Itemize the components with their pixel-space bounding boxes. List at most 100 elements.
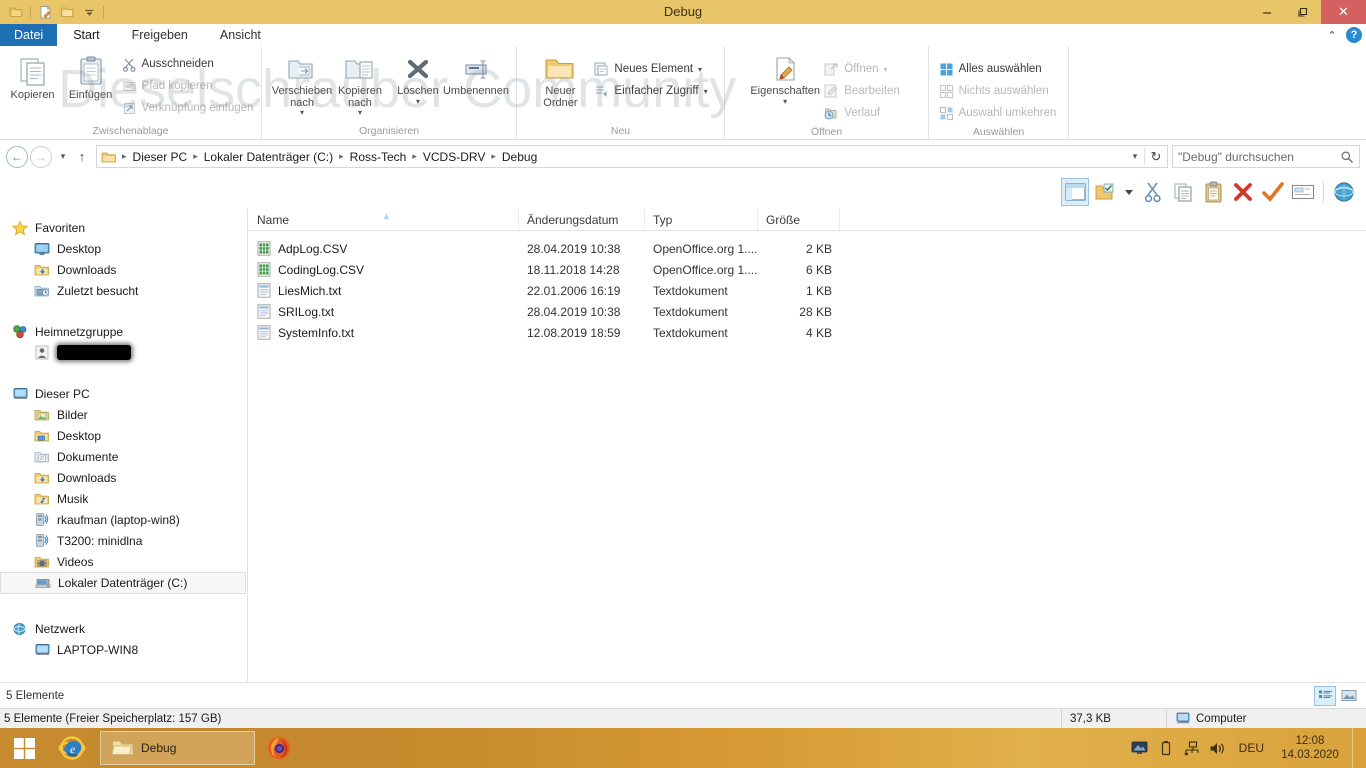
sidebar-item-t3200-minidlna[interactable]: T3200: minidlna [0, 530, 247, 551]
search-box[interactable]: "Debug" durchsuchen [1172, 145, 1360, 168]
sidebar-item-favoriten[interactable]: Favoriten [0, 217, 247, 238]
tray-display-icon[interactable] [1131, 741, 1149, 755]
sidebar-item-desktop-fav[interactable]: Desktop [0, 238, 247, 259]
recent-locations-button[interactable]: ▾ [54, 151, 72, 162]
caret-down-icon-loeschen[interactable]: ▾ [416, 97, 420, 106]
tray-battery-icon[interactable] [1157, 740, 1175, 756]
file-list-pane[interactable]: Name Änderungsdatum Typ Größe ▲ AdpLog.C… [249, 209, 1366, 682]
tray-network-icon[interactable] [1183, 740, 1201, 756]
search-input[interactable]: "Debug" durchsuchen [1178, 150, 1340, 164]
breadcrumb-item-ross-tech[interactable]: Ross-Tech [347, 150, 410, 164]
tab-ansicht[interactable]: Ansicht [204, 24, 277, 46]
confirm-button[interactable] [1259, 178, 1287, 206]
sidebar-item-videos[interactable]: Videos [0, 551, 247, 572]
sidebar-item-desktop-pc[interactable]: Desktop [0, 425, 247, 446]
breadcrumb-separator-4[interactable]: ▸ [488, 151, 499, 162]
caret-down-icon-verschieben[interactable]: ▾ [300, 108, 304, 117]
ribbon-button-kopieren[interactable]: Kopieren [4, 50, 62, 102]
taskbar-clock[interactable]: 12:08 14.03.2020 [1276, 734, 1344, 762]
browser-button[interactable] [1330, 178, 1358, 206]
sidebar-item-zuletzt-besucht[interactable]: Zuletzt besucht [0, 280, 247, 301]
minimize-button[interactable] [1249, 0, 1285, 24]
show-desktop-button[interactable] [1352, 728, 1360, 768]
sidebar-item-rkaufman[interactable]: rkaufman (laptop-win8) [0, 509, 247, 530]
copy-button[interactable] [1169, 178, 1197, 206]
up-button[interactable]: ↑ [72, 149, 92, 164]
sidebar-item-laptop-win8[interactable]: LAPTOP-WIN8 [0, 639, 247, 660]
breadcrumb-item-lokaler-datentraeger[interactable]: Lokaler Datenträger (C:) [201, 150, 336, 164]
sidebar-item-bilder[interactable]: Bilder [0, 404, 247, 425]
breadcrumb-item-vcds-drv[interactable]: VCDS-DRV [420, 150, 488, 164]
sidebar-item-musik[interactable]: Musik [0, 488, 247, 509]
navigation-pane[interactable]: Favoriten Desktop Downloads Zuletzt besu… [0, 209, 248, 682]
cut-button[interactable] [1139, 178, 1167, 206]
forward-button[interactable]: → [30, 145, 52, 168]
restore-button[interactable] [1285, 0, 1321, 24]
close-button[interactable]: ✕ [1321, 0, 1366, 24]
ribbon-button-kopieren-nach[interactable]: Kopieren nach ▾ [331, 50, 389, 117]
ribbon-button-umbenennen[interactable]: Umbenennen [443, 50, 509, 98]
window-titlebar[interactable]: Debug ✕ [0, 0, 1366, 24]
breadcrumb-separator-1[interactable]: ▸ [190, 151, 201, 162]
ribbon-button-bearbeiten[interactable]: Bearbeiten [821, 80, 904, 102]
details-view-button[interactable] [1314, 685, 1336, 706]
table-row[interactable]: SystemInfo.txt 12.08.2019 18:59 Textdoku… [249, 322, 1366, 343]
sidebar-item-homegroup-user[interactable] [0, 342, 247, 363]
delete-button[interactable] [1229, 178, 1257, 206]
refresh-button[interactable]: ↻ [1145, 149, 1167, 165]
breadcrumb-separator-3[interactable]: ▸ [409, 151, 420, 162]
table-row[interactable]: AdpLog.CSV 28.04.2019 10:38 OpenOffice.o… [249, 238, 1366, 259]
sidebar-item-dokumente[interactable]: Dokumente [0, 446, 247, 467]
ribbon-button-einfuegen[interactable]: Einfügen [62, 50, 120, 102]
help-icon[interactable]: ? [1346, 27, 1362, 43]
tab-start[interactable]: Start [57, 24, 116, 46]
large-icons-view-button[interactable] [1338, 686, 1360, 706]
breadcrumb-item-dieser-pc[interactable]: Dieser PC [130, 150, 191, 164]
ribbon-button-alles-auswaehlen[interactable]: Alles auswählen [937, 58, 1061, 80]
ribbon-button-verlauf[interactable]: Verlauf [821, 102, 904, 124]
column-label-type[interactable]: Typ [653, 213, 672, 227]
tray-volume-icon[interactable] [1209, 741, 1227, 756]
column-label-size[interactable]: Größe [766, 213, 800, 227]
tab-datei[interactable]: Datei [0, 24, 58, 46]
paste-button[interactable] [1199, 178, 1227, 206]
ribbon-button-oeffnen[interactable]: Öffnen ▾ [821, 58, 904, 80]
table-row[interactable]: SRILog.txt 28.04.2019 10:38 Textdokument… [249, 301, 1366, 322]
caret-down-icon-neues-element[interactable]: ▾ [698, 65, 702, 74]
sidebar-item-dieser-pc[interactable]: Dieser PC [0, 383, 247, 404]
breadcrumb-item-debug[interactable]: Debug [499, 150, 540, 164]
sidebar-item-heimnetzgruppe[interactable]: Heimnetzgruppe [0, 321, 247, 342]
ribbon-button-neuer-ordner[interactable]: Neuer Ordner [529, 50, 591, 109]
ribbon-button-eigenschaften[interactable]: Eigenschaften ▾ [749, 50, 821, 106]
ribbon-button-einfacher-zugriff[interactable]: Einfacher Zugriff ▾ [591, 80, 711, 102]
ribbon-button-neues-element[interactable]: Neues Element ▾ [591, 58, 711, 80]
ribbon-button-ausschneiden[interactable]: Ausschneiden [120, 53, 258, 75]
ribbon-button-verknuepfung-einfuegen[interactable]: Verknüpfung einfügen [120, 97, 258, 119]
back-button[interactable]: ← [6, 145, 28, 168]
ribbon-button-auswahl-umkehren[interactable]: Auswahl umkehren [937, 102, 1061, 124]
ribbon-button-pfad-kopieren[interactable]: Pfad kopieren [120, 75, 258, 97]
tab-freigeben[interactable]: Freigeben [116, 24, 204, 46]
breadcrumb-separator-0[interactable]: ▸ [119, 151, 130, 162]
column-label-date[interactable]: Änderungsdatum [527, 213, 618, 227]
column-label-name[interactable]: Name [257, 213, 289, 227]
sidebar-item-netzwerk[interactable]: Netzwerk [0, 618, 247, 639]
collapse-ribbon-icon[interactable]: ⌃ [1324, 29, 1340, 42]
breadcrumb-separator-2[interactable]: ▸ [336, 151, 347, 162]
ribbon-button-nichts-auswaehlen[interactable]: Nichts auswählen [937, 80, 1061, 102]
caret-down-icon-oeffnen[interactable]: ▾ [884, 65, 888, 74]
start-button[interactable] [0, 728, 48, 768]
folder-options-dropdown[interactable] [1121, 178, 1137, 206]
sidebar-item-lokaler-datentraeger[interactable]: Lokaler Datenträger (C:) [0, 572, 246, 594]
tray-language-indicator[interactable]: DEU [1235, 741, 1268, 755]
taskbar-internet-explorer[interactable]: e [48, 728, 96, 768]
taskbar-explorer-debug[interactable]: Debug [100, 731, 255, 765]
breadcrumb-bar[interactable]: ▸ Dieser PC ▸ Lokaler Datenträger (C:) ▸… [96, 145, 1168, 168]
caret-down-icon-einfacher-zugriff[interactable]: ▾ [704, 87, 708, 96]
ribbon-button-loeschen[interactable]: Löschen ▾ [389, 50, 447, 106]
caret-down-icon-eigenschaften[interactable]: ▾ [783, 97, 787, 106]
ribbon-button-verschieben-nach[interactable]: Verschieben nach ▾ [272, 50, 332, 117]
folder-options-button[interactable] [1091, 178, 1119, 206]
sidebar-item-downloads-pc[interactable]: Downloads [0, 467, 247, 488]
navigation-pane-toggle[interactable] [1061, 178, 1089, 206]
